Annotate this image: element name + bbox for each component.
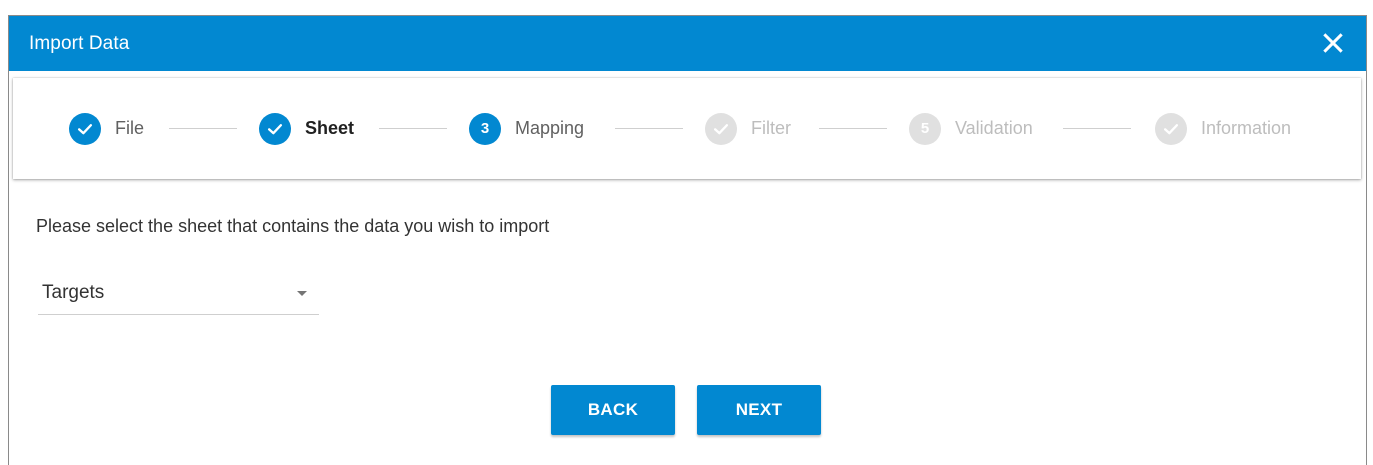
check-icon xyxy=(1155,112,1187,145)
step-label: Information xyxy=(1201,118,1292,138)
close-icon[interactable] xyxy=(1320,30,1346,56)
step-connector xyxy=(169,128,237,129)
step-validation[interactable]: 5 Validation xyxy=(909,78,1033,179)
check-icon xyxy=(705,112,737,145)
step-label: Mapping xyxy=(515,118,585,138)
step-label: File xyxy=(115,118,145,138)
step-number-badge: 5 xyxy=(909,112,941,145)
step-sheet[interactable]: Sheet xyxy=(259,78,354,179)
step-connector xyxy=(1063,128,1131,129)
step-mapping[interactable]: 3 Mapping xyxy=(469,78,584,179)
step-filter[interactable]: Filter xyxy=(705,78,791,179)
back-button[interactable]: BACK xyxy=(551,385,675,435)
sheet-select-prompt: Please select the sheet that contains th… xyxy=(36,216,550,236)
sheet-select-value: Targets xyxy=(42,282,105,303)
step-label: Filter xyxy=(751,118,791,138)
step-connector xyxy=(615,128,683,129)
step-connector xyxy=(379,128,447,129)
dialog-title: Import Data xyxy=(29,33,130,54)
import-data-dialog: Import Data File Sheet 3 Mapping Filter … xyxy=(8,15,1367,465)
sheet-select[interactable]: Targets xyxy=(38,278,319,315)
step-label: Sheet xyxy=(305,118,355,138)
check-icon xyxy=(259,112,291,145)
next-button[interactable]: NEXT xyxy=(697,385,821,435)
step-file[interactable]: File xyxy=(69,78,144,179)
step-number-badge: 3 xyxy=(469,112,501,145)
step-connector xyxy=(819,128,887,129)
step-label: Validation xyxy=(955,118,1033,138)
dialog-titlebar: Import Data xyxy=(9,16,1366,71)
caret-down-icon xyxy=(297,291,307,296)
step-information[interactable]: Information xyxy=(1155,78,1291,179)
check-icon xyxy=(69,112,101,145)
import-stepper: File Sheet 3 Mapping Filter 5 Validation xyxy=(13,78,1361,179)
